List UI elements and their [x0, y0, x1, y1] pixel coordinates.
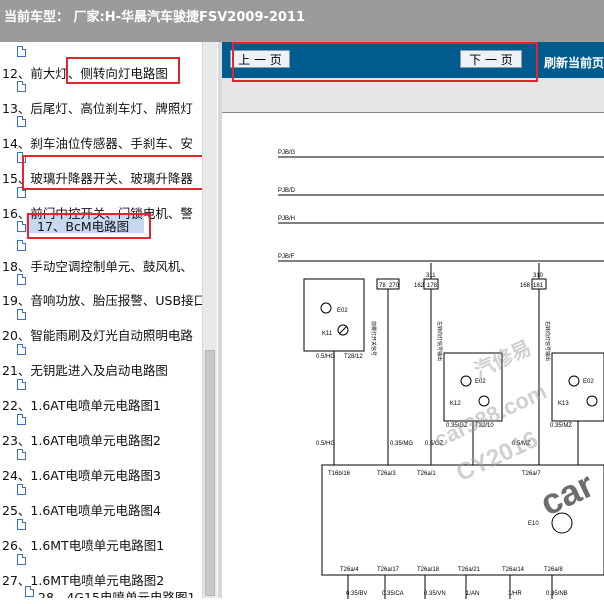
- circuit-tree: 12、前大灯、侧转向灯电路图 13、后尾灯、高位刹车灯、牌照灯 14、刹车油位传…: [0, 42, 202, 598]
- fuse-label: 181: [533, 283, 544, 289]
- connector-label: T16b/16: [328, 471, 351, 477]
- document-icon: [17, 116, 26, 127]
- wire-label: 0.5/HG: [316, 441, 335, 447]
- wire-label: 0.35/MZ: [550, 423, 572, 429]
- connector-label: T26a/7: [522, 471, 541, 477]
- circuit-diagram: PJB/G PJB/D PJB/H PJB/F 78 270 162 178 3…: [278, 150, 604, 599]
- relay-label: E10: [528, 521, 539, 527]
- wire-label: 1/HR: [508, 591, 522, 597]
- tree-item-20[interactable]: 20、智能雨刷及灯光自动照明电路: [2, 325, 202, 345]
- relay-label: E02: [337, 308, 348, 314]
- document-icon: [17, 519, 26, 530]
- tree-item-19[interactable]: 19、音响功放、胎压报警、USB接口: [2, 290, 202, 310]
- wire-label: T28/12: [344, 354, 363, 360]
- tree-item-13[interactable]: 13、后尾灯、高位刹车灯、牌照灯: [2, 98, 202, 118]
- connector-label: T26a/1: [417, 471, 436, 477]
- fuse-label: 178: [427, 283, 438, 289]
- highlight-box: [66, 57, 180, 84]
- document-icon: [17, 484, 26, 495]
- tree-item-label: 18、手动空调控制单元、鼓风机、: [2, 259, 193, 274]
- highlight-box: [27, 213, 151, 239]
- diagram-viewer: 上 一 页 下 一 页 刷新当前页 PJB/G PJB/D PJB/H PJB/…: [222, 42, 604, 599]
- top-bar: 当前车型： 厂家:H-华晨汽车骏捷FSV2009-2011: [0, 0, 604, 42]
- tree-item-23[interactable]: 23、1.6AT电喷单元电路图2: [2, 430, 202, 450]
- connector-label: T26a/4: [340, 567, 359, 573]
- scrollbar-thumb[interactable]: [205, 350, 215, 596]
- tree-item-14[interactable]: 14、刹车油位传感器、手刹车、安: [2, 133, 202, 153]
- document-icon: [17, 274, 26, 285]
- tree-item-label: 28、4G15电喷单元电路图1: [38, 590, 196, 598]
- tree-item-label: 25、1.6AT电喷单元电路图4: [2, 503, 161, 518]
- circuit-list-sidebar: 12、前大灯、侧转向灯电路图 13、后尾灯、高位刹车灯、牌照灯 14、刹车油位传…: [0, 42, 218, 598]
- tree-item-26[interactable]: 26、1.6MT电喷单元电路图1: [2, 535, 202, 555]
- fuse-label: 270: [389, 283, 400, 289]
- circuit-diagram-sheet: PJB/G PJB/D PJB/H PJB/F 78 270 162 178 3…: [222, 112, 604, 599]
- current-model-title: 当前车型： 厂家:H-华晨汽车骏捷FSV2009-2011: [4, 10, 306, 25]
- tree-item-label: 13、后尾灯、高位刹车灯、牌照灯: [2, 101, 193, 116]
- tree-item-label: 20、智能雨刷及灯光自动照明电路: [2, 328, 193, 343]
- document-icon: [17, 449, 26, 460]
- document-icon: [17, 46, 26, 57]
- relay-label: K12: [450, 401, 461, 407]
- wire-label: 0.35/BV: [346, 591, 367, 597]
- document-icon: [17, 554, 26, 565]
- bus-label: PJB/F: [278, 254, 295, 260]
- tree-item-22[interactable]: 22、1.6AT电喷单元电路图1: [2, 395, 202, 415]
- relay-label: K11: [322, 331, 333, 337]
- tree-item-label: 22、1.6AT电喷单元电路图1: [2, 398, 161, 413]
- tree-item-21[interactable]: 21、无钥匙进入及启动电路图: [2, 360, 202, 380]
- relay-label: E02: [583, 379, 594, 385]
- signal-label: 右转向灯信号输出: [544, 321, 551, 361]
- signal-label: 左转向灯信号输出: [436, 321, 443, 361]
- fuse-label: 162: [414, 283, 425, 289]
- connector-label: T26a/17: [377, 567, 400, 573]
- wire-label: 0.35/MG: [390, 441, 413, 447]
- tree-item-label: 26、1.6MT电喷单元电路图1: [2, 538, 165, 553]
- wire-label: 1/AN: [466, 591, 479, 597]
- wire-label: 0.5/HG: [316, 354, 335, 360]
- bus-label: PJB/H: [278, 216, 295, 222]
- refresh-page-link[interactable]: 刷新当前页: [544, 54, 604, 71]
- connector-label: T26a/21: [458, 567, 481, 573]
- tree-item-label: 21、无钥匙进入及启动电路图: [2, 363, 168, 378]
- tree-item-25[interactable]: 25、1.6AT电喷单元电路图4: [2, 500, 202, 520]
- tree-item-18[interactable]: 18、手动空调控制单元、鼓风机、: [2, 256, 202, 276]
- tree-item-24[interactable]: 24、1.6AT电喷单元电路图3: [2, 465, 202, 485]
- refresh-page-label: 刷新当前页: [543, 56, 604, 70]
- wire-label: 0.35/CA: [382, 591, 404, 597]
- document-icon: [25, 586, 34, 597]
- document-icon: [17, 221, 26, 232]
- connector-label: T26a/18: [417, 567, 440, 573]
- bus-label: PJB/D: [278, 188, 296, 194]
- relay-label: K13: [558, 401, 569, 407]
- fuse-label: 168: [520, 283, 531, 289]
- tree-item-28[interactable]: 28、4G15电喷单元电路图1: [38, 587, 202, 598]
- wire-label: 0.35/NB: [546, 591, 568, 597]
- connector-label: T26a/14: [502, 567, 525, 573]
- document-icon: [17, 379, 26, 390]
- highlight-box: [232, 42, 538, 82]
- tree-item-label: 19、音响功放、胎压报警、USB接口: [2, 293, 202, 308]
- fuse-label: 78: [379, 283, 386, 289]
- sidebar-scrollbar[interactable]: [202, 42, 217, 598]
- fuse-label: 310: [533, 273, 544, 279]
- document-icon: [17, 81, 26, 92]
- wire-label: 0.35/VN: [424, 591, 446, 597]
- connector-label: T26a/8: [544, 567, 563, 573]
- document-icon: [17, 344, 26, 355]
- document-icon: [17, 309, 26, 320]
- document-icon: [17, 240, 26, 251]
- highlight-box: [22, 155, 202, 190]
- bus-label: PJB/G: [278, 150, 296, 156]
- signal-label: 前雾灯开关信号: [370, 321, 377, 356]
- tree-item-label: 14、刹车油位传感器、手刹车、安: [2, 136, 193, 151]
- connector-label: T26a/3: [377, 471, 396, 477]
- tree-item-label: 23、1.6AT电喷单元电路图2: [2, 433, 161, 448]
- fuse-label: 311: [426, 273, 436, 279]
- tree-item-label: 24、1.6AT电喷单元电路图3: [2, 468, 161, 483]
- document-icon: [17, 414, 26, 425]
